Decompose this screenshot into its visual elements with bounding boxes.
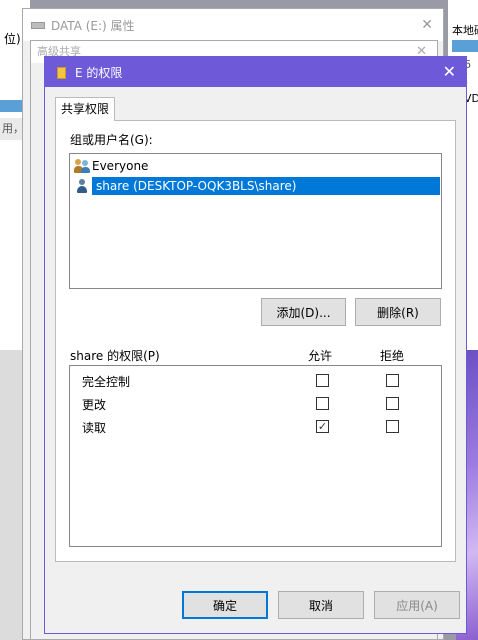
background-right-bar bbox=[452, 40, 478, 52]
cancel-button[interactable]: 取消 bbox=[278, 591, 364, 619]
permissions-dialog: E 的权限 ✕ 共享权限 组或用户名(G): Everyone share (D… bbox=[44, 56, 467, 634]
user-name: share (DESKTOP-OQK3BLS\share) bbox=[92, 177, 440, 195]
close-icon[interactable]: ✕ bbox=[443, 62, 456, 81]
permission-name: 读取 bbox=[82, 421, 107, 435]
user-icon bbox=[74, 178, 90, 194]
permission-row: 读取 ✓ bbox=[70, 416, 441, 438]
allow-checkbox[interactable] bbox=[316, 397, 329, 410]
allow-column-header: 允许 bbox=[308, 349, 333, 363]
user-list[interactable]: Everyone share (DESKTOP-OQK3BLS\share) bbox=[69, 153, 442, 289]
allow-checkbox[interactable]: ✓ bbox=[316, 420, 329, 433]
background-right-text: 本地磁 bbox=[452, 24, 478, 37]
drive-properties-title: DATA (E:) 属性 bbox=[51, 18, 135, 33]
tab-share-permissions[interactable]: 共享权限 bbox=[55, 97, 115, 121]
background-left-bar bbox=[0, 100, 22, 112]
ok-button[interactable]: 确定 bbox=[182, 591, 268, 619]
list-item-selected[interactable]: share (DESKTOP-OQK3BLS\share) bbox=[74, 177, 440, 195]
dialog-title: E 的权限 bbox=[75, 65, 123, 80]
permissions-label: share 的权限(P) bbox=[70, 349, 160, 363]
apply-button[interactable]: 应用(A) bbox=[374, 591, 460, 619]
permission-name: 完全控制 bbox=[82, 375, 131, 389]
user-name: Everyone bbox=[92, 159, 149, 173]
tab-panel: 组或用户名(G): Everyone share (DESKTOP-OQK3BL… bbox=[55, 120, 456, 562]
remove-button[interactable]: 删除(R) bbox=[355, 298, 441, 326]
group-users-label: 组或用户名(G): bbox=[70, 133, 153, 147]
background-left-text: 位) bbox=[4, 32, 21, 46]
group-icon bbox=[74, 158, 90, 174]
drive-icon bbox=[31, 21, 45, 29]
dialog-titlebar: E 的权限 ✕ bbox=[45, 57, 466, 87]
deny-column-header: 拒绝 bbox=[380, 349, 405, 363]
permissions-list: 完全控制 更改 读取 ✓ bbox=[69, 365, 442, 547]
permission-name: 更改 bbox=[82, 398, 107, 412]
deny-checkbox[interactable] bbox=[386, 374, 399, 387]
drive-properties-titlebar: DATA (E:) 属性 ✕ bbox=[23, 9, 443, 41]
deny-checkbox[interactable] bbox=[386, 397, 399, 410]
deny-checkbox[interactable] bbox=[386, 420, 399, 433]
permission-row: 完全控制 bbox=[70, 370, 441, 392]
permission-row: 更改 bbox=[70, 393, 441, 415]
folder-icon bbox=[55, 66, 67, 79]
list-item[interactable]: Everyone bbox=[74, 157, 148, 175]
allow-checkbox[interactable] bbox=[316, 374, 329, 387]
close-icon[interactable]: ✕ bbox=[421, 17, 433, 33]
add-button[interactable]: 添加(D)... bbox=[261, 298, 346, 326]
